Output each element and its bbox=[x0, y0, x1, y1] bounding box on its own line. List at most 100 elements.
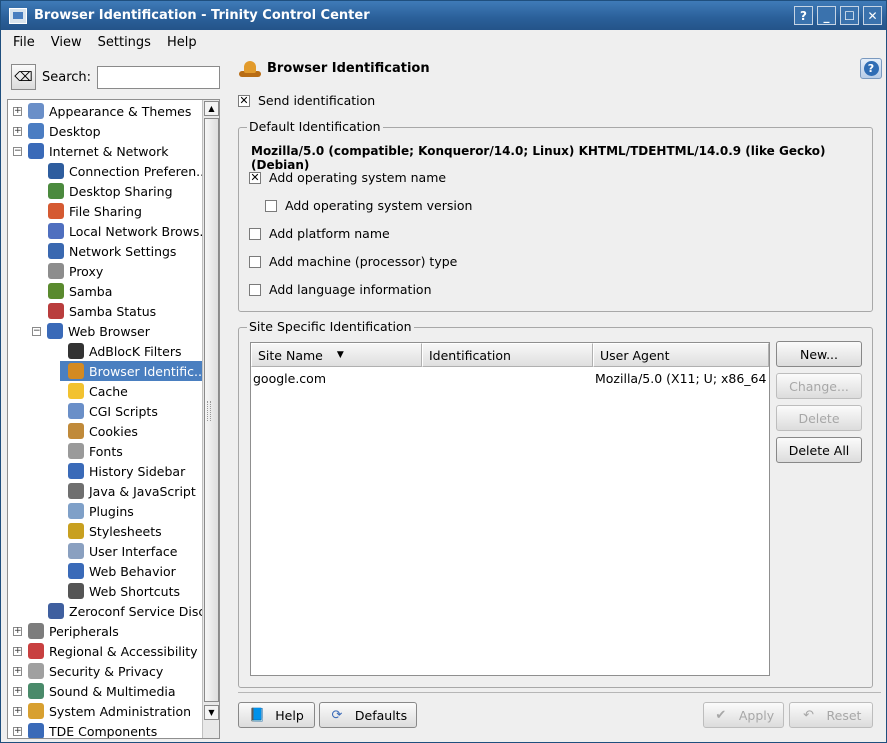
menu-settings[interactable]: Settings bbox=[90, 35, 159, 50]
tree-item[interactable]: + Desktop bbox=[13, 121, 101, 141]
context-help-button[interactable]: ? bbox=[794, 6, 813, 25]
send-identification-checkbox[interactable]: ✕ Send identification bbox=[238, 93, 375, 108]
splitter-handle[interactable] bbox=[207, 401, 211, 421]
title-bar[interactable]: Browser Identification - Trinity Control… bbox=[1, 1, 886, 30]
option-checkbox[interactable]: Add machine (processor) type bbox=[249, 254, 457, 269]
collapse-icon[interactable]: − bbox=[13, 146, 22, 156]
tree-item-label: Samba Status bbox=[69, 303, 157, 319]
tree-item[interactable]: Samba bbox=[40, 281, 112, 301]
delete-button[interactable]: Delete bbox=[776, 405, 862, 431]
defaults-button-label: Defaults bbox=[354, 707, 408, 723]
tree-item-label: Stylesheets bbox=[89, 523, 162, 539]
column-label: Site Name bbox=[258, 347, 323, 363]
tree-item[interactable]: Cache bbox=[60, 381, 128, 401]
column-site-name[interactable]: Site Name ▼ bbox=[251, 343, 422, 367]
tree-item[interactable]: Plugins bbox=[60, 501, 134, 521]
column-label: User Agent bbox=[600, 347, 670, 363]
option-checkbox[interactable]: Add language information bbox=[249, 282, 432, 297]
search-input[interactable] bbox=[97, 65, 221, 89]
tree-item[interactable]: Web Shortcuts bbox=[60, 581, 180, 601]
site-list[interactable]: Site Name ▼ Identification User Agent go… bbox=[250, 342, 770, 676]
scroll-up-arrow[interactable]: ▲ bbox=[204, 101, 219, 116]
tree-item[interactable]: Stylesheets bbox=[60, 521, 162, 541]
tree-item[interactable]: − Web Browser bbox=[32, 321, 150, 341]
option-checkbox[interactable]: Add operating system version bbox=[265, 198, 472, 213]
tree-item[interactable]: History Sidebar bbox=[60, 461, 185, 481]
tree-item[interactable]: + System Administration bbox=[13, 701, 191, 721]
tree-item-label: Local Network Brows... bbox=[69, 223, 212, 239]
tree-item[interactable]: Zeroconf Service Disc... bbox=[40, 601, 217, 621]
tree-item[interactable]: + Appearance & Themes bbox=[13, 101, 191, 121]
checkbox-box[interactable] bbox=[249, 227, 261, 240]
expand-icon[interactable]: + bbox=[13, 686, 22, 696]
tree-item[interactable]: Connection Preferen... bbox=[40, 161, 208, 181]
minimize-button[interactable]: _ bbox=[817, 6, 836, 25]
tree-item[interactable]: Network Settings bbox=[40, 241, 176, 261]
tree-item-label: Zeroconf Service Disc... bbox=[69, 603, 218, 619]
menu-file[interactable]: File bbox=[5, 35, 43, 50]
column-user-agent[interactable]: User Agent bbox=[593, 343, 769, 367]
module-icon bbox=[28, 103, 44, 119]
tree-item[interactable]: Web Behavior bbox=[60, 561, 176, 581]
help-button[interactable]: 📘 Help bbox=[238, 702, 315, 728]
checkbox-box[interactable] bbox=[249, 283, 261, 296]
expand-icon[interactable]: + bbox=[13, 106, 22, 116]
tree-item[interactable]: Fonts bbox=[60, 441, 123, 461]
checkbox-box[interactable] bbox=[249, 255, 261, 268]
tree-item[interactable]: + TDE Components bbox=[13, 721, 157, 738]
tree-item-label: CGI Scripts bbox=[89, 403, 158, 419]
maximize-button[interactable]: ☐ bbox=[840, 6, 859, 25]
whats-this-button[interactable]: ? bbox=[860, 58, 882, 79]
tree-item[interactable]: User Interface bbox=[60, 541, 177, 561]
module-icon bbox=[48, 283, 64, 299]
checkbox-box[interactable] bbox=[265, 199, 277, 212]
delete-all-button[interactable]: Delete All bbox=[776, 437, 862, 463]
tree-item-label: Peripherals bbox=[49, 623, 119, 639]
sort-down-icon: ▼ bbox=[336, 350, 344, 360]
expand-icon[interactable]: + bbox=[13, 706, 22, 716]
tree-item[interactable]: AdBlocK Filters bbox=[60, 341, 181, 361]
panel-title: Browser Identification bbox=[239, 59, 430, 77]
defaults-button[interactable]: ⟳ Defaults bbox=[319, 702, 417, 728]
tree-item-label: User Interface bbox=[89, 543, 178, 559]
menu-view[interactable]: View bbox=[43, 35, 90, 50]
change-button[interactable]: Change... bbox=[776, 373, 862, 399]
tree-item[interactable]: Java & JavaScript bbox=[60, 481, 196, 501]
menu-help[interactable]: Help bbox=[159, 35, 205, 50]
tree-item[interactable]: − Internet & Network bbox=[13, 141, 169, 161]
collapse-icon[interactable]: − bbox=[32, 326, 41, 336]
expand-icon[interactable]: + bbox=[13, 626, 22, 636]
table-row[interactable]: google.com Mozilla/5.0 (X11; U; x86_64 L… bbox=[251, 368, 769, 388]
expand-icon[interactable]: + bbox=[13, 726, 22, 736]
tree-item[interactable]: + Security & Privacy bbox=[13, 661, 163, 681]
module-icon bbox=[48, 183, 64, 199]
apply-button[interactable]: ✔ Apply bbox=[703, 702, 784, 728]
column-identification[interactable]: Identification bbox=[422, 343, 593, 367]
tree-item[interactable]: Desktop Sharing bbox=[40, 181, 173, 201]
close-button[interactable]: ✕ bbox=[863, 6, 882, 25]
reset-button[interactable]: ↶ Reset bbox=[789, 702, 873, 728]
tree-item[interactable]: + Sound & Multimedia bbox=[13, 681, 176, 701]
option-checkbox[interactable]: ✕ Add operating system name bbox=[249, 170, 446, 185]
tree-item[interactable]: Browser Identific... bbox=[60, 361, 210, 381]
expand-icon[interactable]: + bbox=[13, 646, 22, 656]
tree-item[interactable]: Local Network Brows... bbox=[40, 221, 211, 241]
module-icon bbox=[48, 223, 64, 239]
clear-icon: ⌫ bbox=[14, 69, 33, 85]
tree-item[interactable]: Cookies bbox=[60, 421, 138, 441]
tree-item[interactable]: CGI Scripts bbox=[60, 401, 158, 421]
tree-item[interactable]: Samba Status bbox=[40, 301, 156, 321]
clear-search-button[interactable]: ⌫ bbox=[11, 64, 36, 90]
new-button[interactable]: New... bbox=[776, 341, 862, 367]
tree-item[interactable]: + Regional & Accessibility bbox=[13, 641, 198, 661]
scroll-down-arrow[interactable]: ▼ bbox=[204, 705, 219, 720]
tree-item[interactable]: File Sharing bbox=[40, 201, 142, 221]
expand-icon[interactable]: + bbox=[13, 126, 22, 136]
tree-item[interactable]: + Peripherals bbox=[13, 621, 119, 641]
expand-icon[interactable]: + bbox=[13, 666, 22, 676]
checkbox-box[interactable]: ✕ bbox=[249, 171, 261, 184]
checkbox-box[interactable]: ✕ bbox=[238, 94, 250, 107]
option-checkbox[interactable]: Add platform name bbox=[249, 226, 390, 241]
module-icon bbox=[48, 263, 64, 279]
tree-item[interactable]: Proxy bbox=[40, 261, 103, 281]
